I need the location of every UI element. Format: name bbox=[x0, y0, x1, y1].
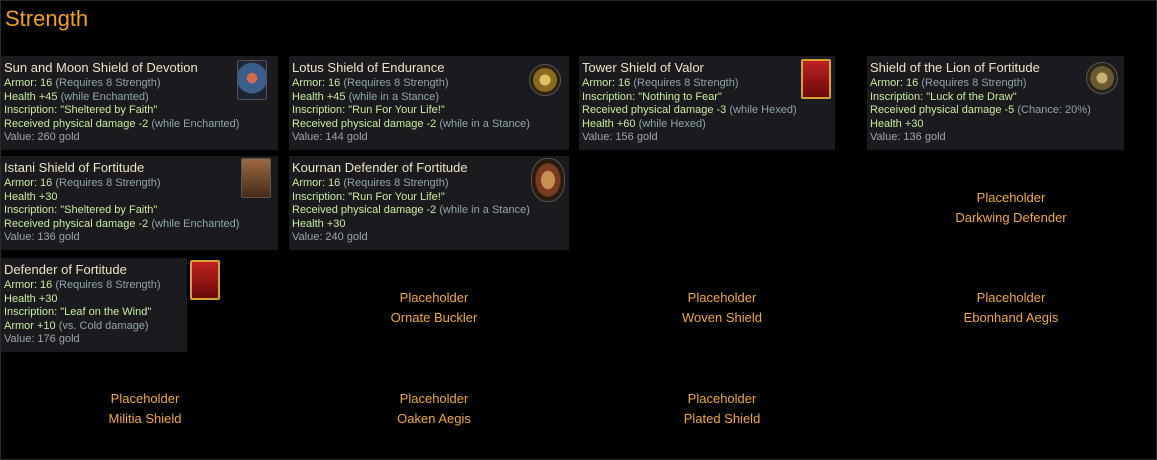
item-stat: Armor: 16 (Requires 8 Strength) bbox=[292, 77, 449, 89]
item-stat: Health +30 bbox=[292, 217, 346, 230]
item-value: Value: 136 gold bbox=[4, 231, 80, 243]
item-stat: Received physical damage -5 (Chance: 20%… bbox=[870, 104, 1091, 116]
item-stat: Received physical damage -2 (while in a … bbox=[292, 204, 530, 216]
placeholder-slot: Placeholder Darkwing Defender bbox=[955, 190, 1067, 225]
tower-shield-icon bbox=[801, 59, 831, 99]
item-card[interactable]: Kournan Defender of Fortitude Armor: 16 … bbox=[289, 156, 569, 250]
item-name: Tower Shield of Valor bbox=[582, 60, 704, 75]
item-stat: Inscription: "Run For Your Life!" bbox=[292, 190, 445, 203]
item-stat: Armor +10 (vs. Cold damage) bbox=[4, 319, 149, 332]
item-name: Kournan Defender of Fortitude bbox=[292, 160, 468, 175]
item-card[interactable]: Lotus Shield of Endurance Armor: 16 (Req… bbox=[289, 56, 569, 150]
item-stat: Health +30 bbox=[4, 292, 58, 305]
item-stat: Armor: 16 (Requires 8 Strength) bbox=[582, 77, 739, 89]
item-name: Lotus Shield of Endurance bbox=[292, 60, 445, 75]
item-value: Value: 144 gold bbox=[292, 131, 368, 143]
item-stat: Health +45 (while in a Stance) bbox=[292, 90, 440, 103]
item-stat: Inscription: "Nothing to Fear" bbox=[582, 90, 722, 103]
item-value: Value: 156 gold bbox=[582, 131, 658, 143]
item-stat: Health +60 (while Hexed) bbox=[582, 117, 706, 130]
item-card[interactable]: Istani Shield of Fortitude Armor: 16 (Re… bbox=[1, 156, 278, 250]
sun-moon-shield-icon bbox=[237, 60, 267, 100]
item-stat: Inscription: "Sheltered by Faith" bbox=[4, 204, 158, 216]
item-name: Istani Shield of Fortitude bbox=[4, 160, 145, 175]
placeholder-slot: Placeholder Woven Shield bbox=[682, 290, 762, 325]
placeholder-slot: Placeholder Ornate Buckler bbox=[390, 290, 478, 325]
item-stat: Received physical damage -2 (while in a … bbox=[292, 117, 530, 130]
item-stat: Armor: 16 (Requires 8 Strength) bbox=[4, 279, 161, 291]
kournan-defender-icon bbox=[531, 158, 565, 202]
defender-shield-icon bbox=[190, 260, 220, 300]
placeholder-slot: Placeholder Militia Shield bbox=[108, 391, 182, 426]
istani-shield-icon bbox=[241, 158, 271, 198]
page-title: Strength bbox=[5, 6, 89, 31]
item-stat: Armor: 16 (Requires 8 Strength) bbox=[4, 177, 161, 189]
item-value: Value: 260 gold bbox=[4, 131, 80, 143]
item-value: Value: 176 gold bbox=[4, 333, 80, 345]
lotus-shield-icon bbox=[529, 64, 561, 96]
item-stat: Received physical damage -3 (while Hexed… bbox=[582, 104, 797, 116]
lion-shield-icon bbox=[1086, 62, 1118, 94]
item-name: Defender of Fortitude bbox=[4, 262, 127, 277]
item-value: Value: 240 gold bbox=[292, 231, 368, 243]
item-stat: Inscription: "Luck of the Draw" bbox=[870, 90, 1017, 103]
item-stat: Health +30 bbox=[870, 117, 924, 130]
item-stat: Received physical damage -2 (while Encha… bbox=[4, 217, 240, 230]
item-stat: Inscription: "Sheltered by Faith" bbox=[4, 104, 158, 116]
item-stat: Inscription: "Leaf on the Wind" bbox=[4, 306, 152, 318]
item-card[interactable]: Sun and Moon Shield of Devotion Armor: 1… bbox=[1, 56, 278, 150]
item-stat: Armor: 16 (Requires 8 Strength) bbox=[292, 177, 449, 189]
placeholder-slot: Placeholder Plated Shield bbox=[683, 391, 761, 426]
placeholder-slot: Placeholder Ebonhand Aegis bbox=[963, 290, 1059, 325]
item-value: Value: 136 gold bbox=[870, 131, 946, 143]
item-card[interactable]: Tower Shield of Valor Armor: 16 (Require… bbox=[579, 56, 835, 150]
placeholder-slot: Placeholder Oaken Aegis bbox=[397, 391, 471, 426]
item-stat: Health +30 bbox=[4, 190, 58, 203]
item-card[interactable]: Defender of Fortitude Armor: 16 (Require… bbox=[1, 258, 187, 352]
item-card[interactable]: Shield of the Lion of Fortitude Armor: 1… bbox=[867, 56, 1124, 150]
item-stat: Inscription: "Run For Your Life!" bbox=[292, 104, 445, 116]
item-stat: Received physical damage -2 (while Encha… bbox=[4, 117, 240, 130]
